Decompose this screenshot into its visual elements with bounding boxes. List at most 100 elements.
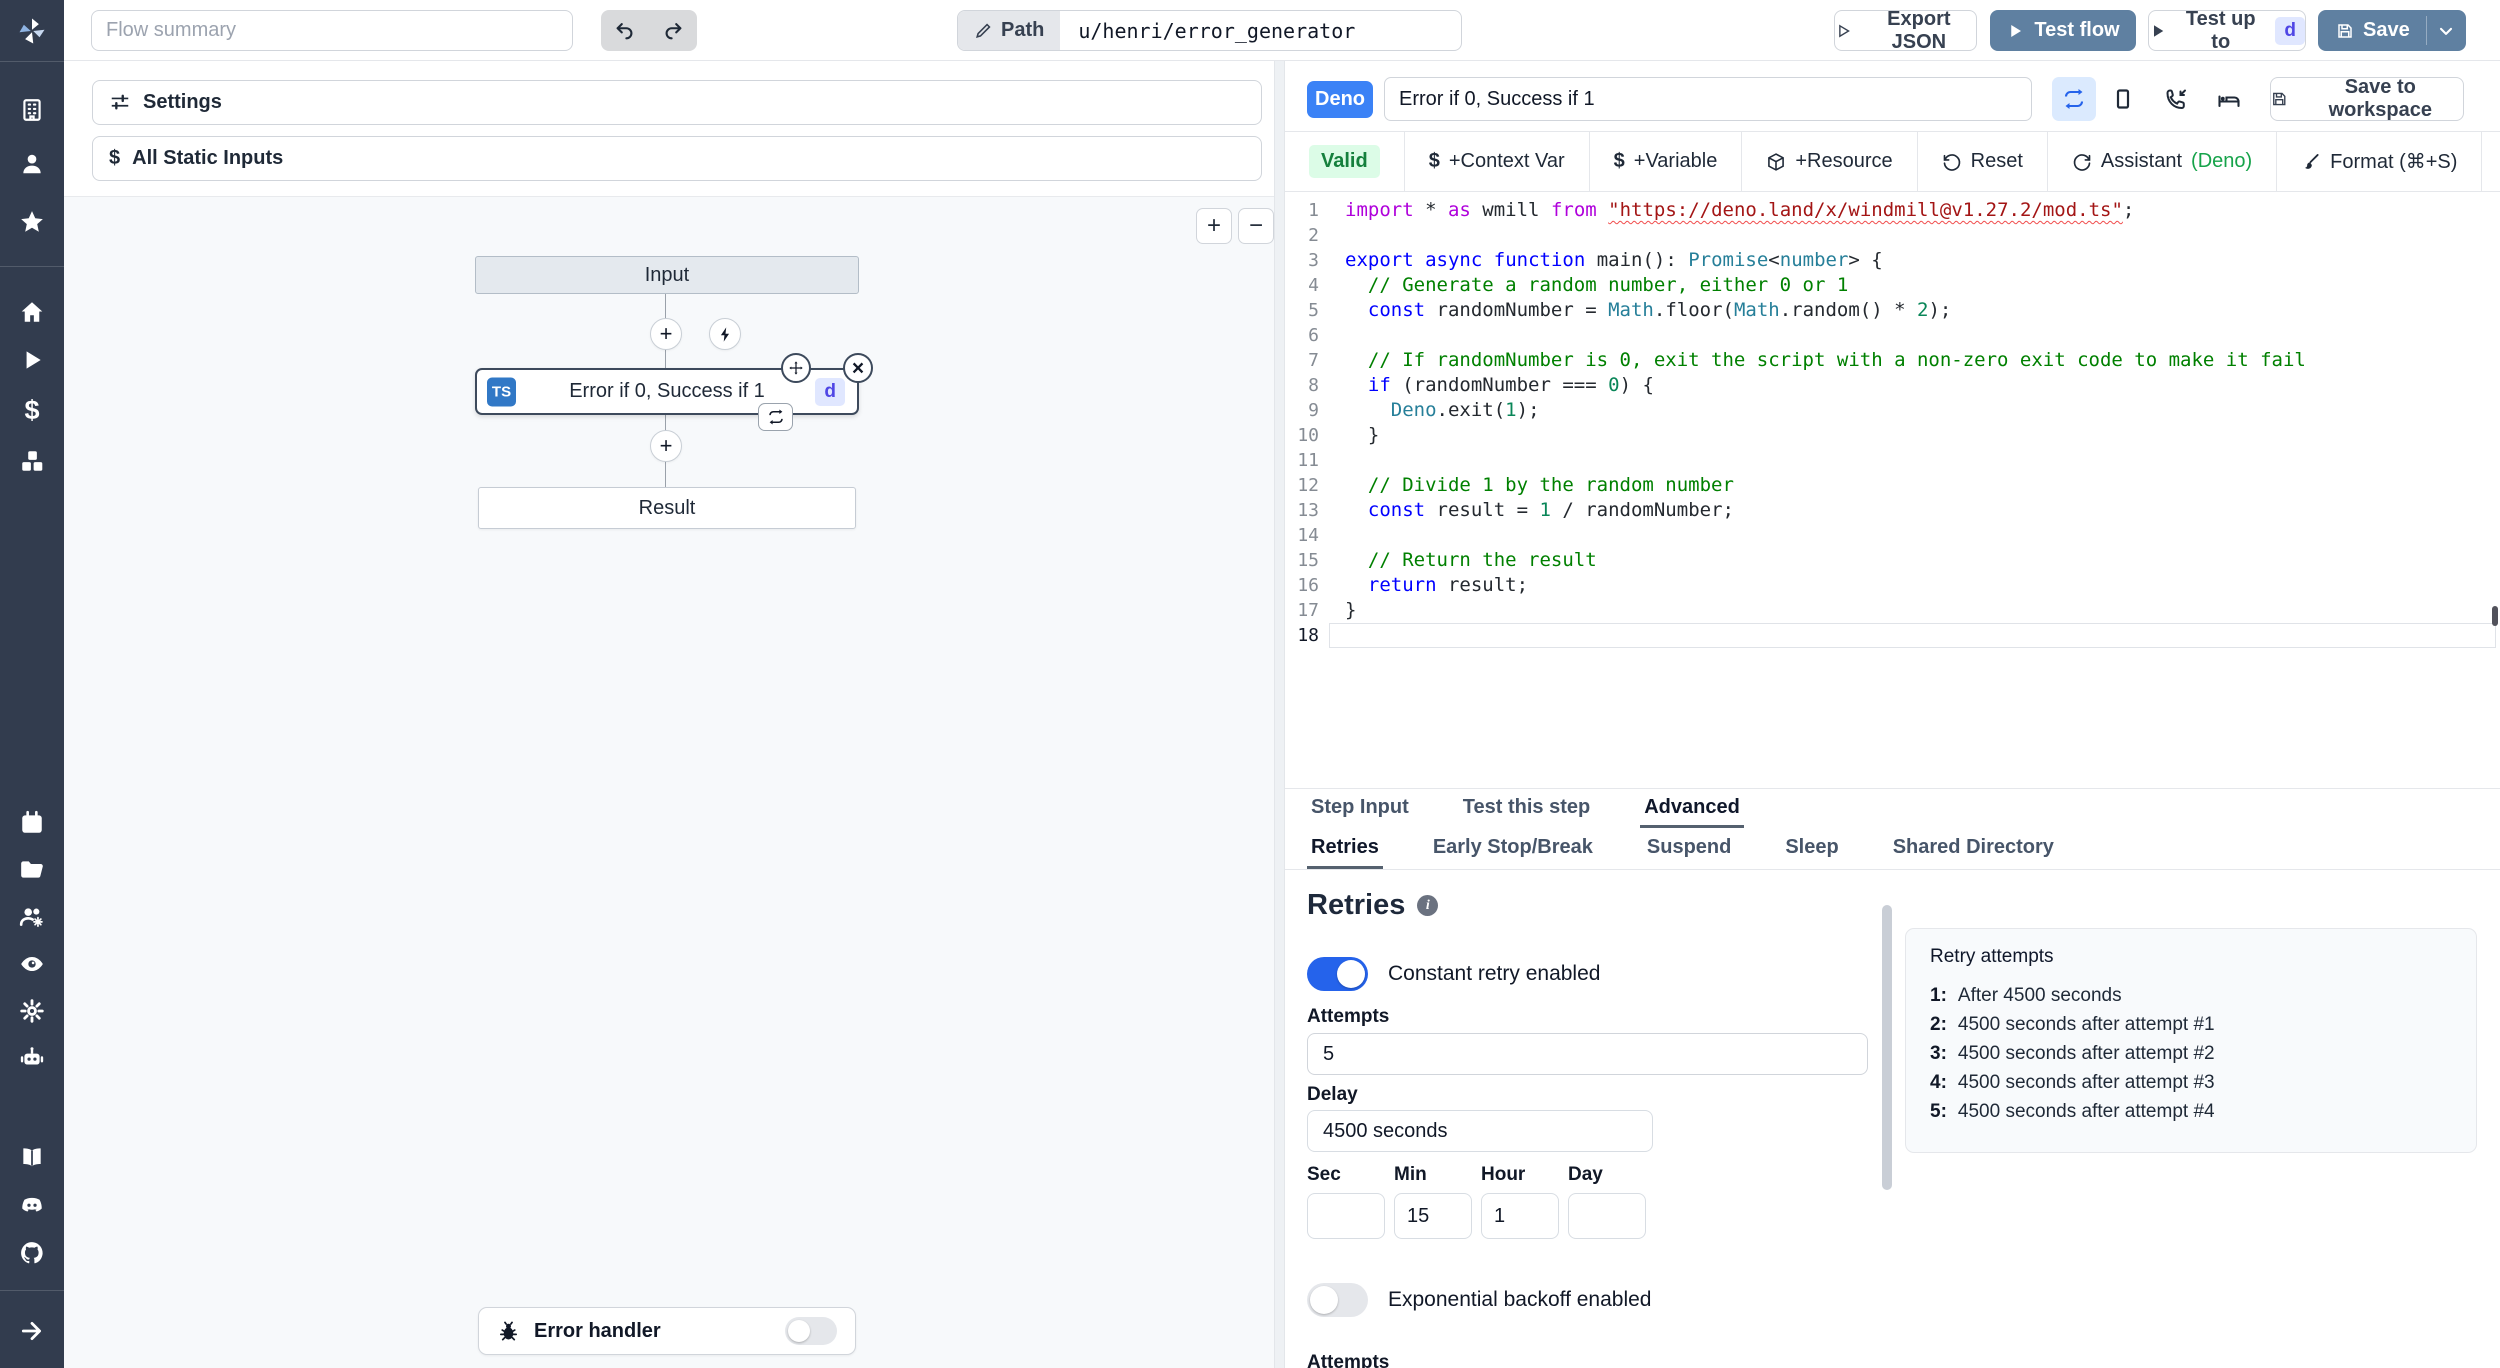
- retry-attempts-title: Retry attempts: [1930, 946, 2054, 967]
- day-input[interactable]: [1568, 1193, 1646, 1239]
- hour-input[interactable]: [1481, 1193, 1559, 1239]
- ai-robot-icon[interactable]: [17, 1043, 47, 1073]
- retry-attempts-panel: Retry attempts 1: After 4500 seconds 2: 450…: [1905, 928, 2477, 1153]
- tab-early-stop[interactable]: Early Stop/Break: [1429, 828, 1597, 869]
- step-name-input[interactable]: [1384, 77, 2032, 121]
- sleep-bed-icon-button[interactable]: [2207, 77, 2251, 121]
- error-handler-label: Error handler: [534, 1319, 661, 1342]
- result-node[interactable]: Result: [478, 487, 856, 529]
- add-step-button[interactable]: +: [650, 430, 682, 462]
- test-flow-button[interactable]: Test flow: [1990, 10, 2136, 51]
- editor-scrollbar-thumb[interactable]: [2492, 606, 2498, 626]
- save-dropdown-button[interactable]: [2427, 10, 2466, 51]
- tab-advanced[interactable]: Advanced: [1640, 789, 1744, 828]
- code-line: 1 import * as wmill from "https://deno.la…: [1308, 199, 2135, 221]
- retries-icon-button[interactable]: [2052, 77, 2096, 121]
- retry-attempt-row: 2: 4500 seconds after attempt #1: [1930, 1014, 2215, 1035]
- home-icon[interactable]: [17, 297, 47, 327]
- trigger-bolt-button[interactable]: [709, 318, 741, 350]
- docs-book-icon[interactable]: [17, 1142, 47, 1172]
- tab-test-this-step[interactable]: Test this step: [1459, 789, 1594, 828]
- tab-suspend[interactable]: Suspend: [1643, 828, 1735, 869]
- undo-button[interactable]: [601, 10, 649, 51]
- sec-input[interactable]: [1307, 1193, 1385, 1239]
- path-field[interactable]: Path u/henri/error_generator: [957, 10, 1462, 51]
- test-up-to-button[interactable]: Test up to d: [2148, 8, 2306, 53]
- constant-retry-toggle[interactable]: [1307, 957, 1368, 991]
- zoom-out-button[interactable]: −: [1238, 208, 1274, 244]
- error-handler-toggle[interactable]: [785, 1317, 837, 1345]
- favorites-star-icon[interactable]: [17, 207, 47, 237]
- early-stop-icon-button[interactable]: [2101, 77, 2145, 121]
- code-line: 12 // Divide 1 by the random number: [1297, 474, 1734, 496]
- panel-resize-divider[interactable]: [1274, 61, 1285, 1368]
- dollar-icon: $: [1428, 150, 1440, 172]
- tab-shared-directory[interactable]: Shared Directory: [1889, 828, 2058, 869]
- add-step-button[interactable]: +: [650, 318, 682, 350]
- assistant-button[interactable]: Assistant (Deno): [2046, 132, 2276, 191]
- info-icon[interactable]: i: [1417, 895, 1439, 916]
- delay-input[interactable]: [1307, 1110, 1653, 1152]
- save-button[interactable]: Save: [2318, 10, 2426, 51]
- step-node-title: Error if 0, Success if 1: [569, 380, 765, 402]
- schedules-calendar-icon[interactable]: [17, 808, 47, 838]
- audit-eye-icon[interactable]: [17, 949, 47, 979]
- redo-button[interactable]: [649, 10, 697, 51]
- undo-redo-group: [601, 10, 697, 51]
- variables-dollar-icon[interactable]: $: [17, 395, 47, 425]
- step-id-badge: d: [2275, 16, 2305, 45]
- attempts-input[interactable]: [1307, 1033, 1868, 1075]
- github-icon[interactable]: [17, 1238, 47, 1268]
- add-resource-button[interactable]: +Resource: [1741, 132, 1916, 191]
- runs-play-icon[interactable]: [17, 345, 47, 375]
- day-label: Day: [1568, 1164, 1603, 1185]
- step-retry-indicator[interactable]: [758, 403, 793, 431]
- discord-icon[interactable]: [17, 1190, 47, 1220]
- rotate-ccw-icon: [1943, 153, 1960, 171]
- resources-boxes-icon[interactable]: [17, 446, 47, 476]
- reset-button[interactable]: Reset: [1916, 132, 2047, 191]
- explore-scripts-button[interactable]: Explore other s: [2481, 132, 2500, 191]
- format-button[interactable]: Format (⌘+S): [2276, 132, 2481, 191]
- workspace-building-icon[interactable]: [17, 95, 47, 125]
- flow-graph-canvas[interactable]: + − Input + TS Error if 0, Success if 1 …: [64, 196, 1274, 1368]
- flow-summary-input-wrap: [91, 10, 573, 51]
- expand-arrow-icon[interactable]: [17, 1316, 47, 1346]
- save-icon: [2338, 23, 2352, 38]
- flow-settings-button[interactable]: Settings: [92, 80, 1262, 125]
- close-icon: ×: [851, 356, 865, 380]
- all-static-inputs-button[interactable]: $ All Static Inputs: [92, 136, 1262, 181]
- folders-icon[interactable]: [17, 855, 47, 885]
- input-node[interactable]: Input: [475, 256, 859, 294]
- code-line: 18: [1285, 623, 2500, 648]
- min-input[interactable]: [1394, 1193, 1472, 1239]
- sidebar-divider: [0, 1290, 64, 1291]
- sliders-icon: [111, 94, 129, 110]
- user-icon[interactable]: [17, 149, 47, 179]
- move-step-handle[interactable]: [781, 353, 811, 383]
- delete-step-button[interactable]: ×: [843, 353, 873, 383]
- settings-gear-icon[interactable]: [17, 996, 47, 1026]
- save-to-workspace-button[interactable]: Save to workspace: [2270, 76, 2464, 121]
- export-json-button[interactable]: Export JSON: [1834, 8, 1977, 53]
- retry-attempt-row: 3: 4500 seconds after attempt #2: [1930, 1043, 2215, 1064]
- tab-sleep[interactable]: Sleep: [1781, 828, 1842, 869]
- add-variable-button[interactable]: $ +Variable: [1588, 132, 1742, 191]
- groups-users-icon[interactable]: [17, 902, 47, 932]
- path-value[interactable]: u/henri/error_generator: [1060, 11, 1373, 50]
- lint-status: Valid: [1285, 132, 1404, 191]
- zoom-in-button[interactable]: +: [1196, 208, 1232, 244]
- code-editor[interactable]: 1 import * as wmill from "https://deno.la…: [1285, 192, 2500, 788]
- tab-retries[interactable]: Retries: [1307, 828, 1383, 869]
- code-line: 10 }: [1297, 424, 1380, 446]
- suspend-phone-icon-button[interactable]: [2154, 77, 2198, 121]
- exponential-backoff-toggle[interactable]: [1307, 1283, 1368, 1317]
- flow-summary-input[interactable]: [91, 10, 573, 51]
- deno-language-badge: Deno: [1307, 81, 1373, 118]
- play-icon: [2153, 24, 2164, 37]
- add-context-var-button[interactable]: $ +Context Var: [1403, 132, 1589, 191]
- square-icon: [2116, 89, 2130, 109]
- content-scrollbar[interactable]: [1882, 905, 1892, 1190]
- windmill-logo[interactable]: [0, 0, 64, 61]
- tab-step-input[interactable]: Step Input: [1307, 789, 1413, 828]
